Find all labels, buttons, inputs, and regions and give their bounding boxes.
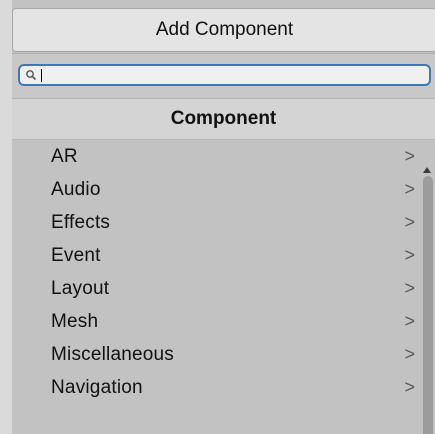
chevron-right-icon: > [404,212,415,232]
list-item-label: Navigation [51,376,143,398]
list-item-effects[interactable]: Effects > [12,206,417,239]
scroll-up-arrow-icon[interactable] [423,167,431,173]
scrollbar[interactable] [419,140,435,434]
text-cursor [41,69,42,82]
list-item-label: Layout [51,277,110,299]
component-list: AR > Audio > Effects > Event > Layout > … [12,140,417,434]
list-item-label: Mesh [51,310,99,332]
search-input[interactable] [18,64,431,86]
search-icon [26,70,37,81]
list-item-label: Effects [51,211,111,233]
list-item-audio[interactable]: Audio > [12,173,417,206]
list-item-label: AR [51,145,78,167]
list-item-mesh[interactable]: Mesh > [12,305,417,338]
list-item-navigation[interactable]: Navigation > [12,371,417,404]
add-component-panel: Add Component Component AR > Audio > Eff… [0,0,435,434]
chevron-right-icon: > [404,278,415,298]
list-item-miscellaneous[interactable]: Miscellaneous > [12,338,417,371]
list-item-label: Event [51,244,101,266]
section-header: Component [12,98,435,140]
inspector-edge [0,0,12,434]
chevron-right-icon: > [404,311,415,331]
list-item-event[interactable]: Event > [12,239,417,272]
scroll-thumb[interactable] [423,176,433,434]
chevron-right-icon: > [404,377,415,397]
chevron-right-icon: > [404,179,415,199]
chevron-right-icon: > [404,245,415,265]
add-component-button[interactable]: Add Component [12,8,435,52]
list-item-label: Audio [51,178,101,200]
search-bar [12,53,435,98]
chevron-right-icon: > [404,344,415,364]
chevron-right-icon: > [404,146,415,166]
list-item-label: Miscellaneous [51,343,174,365]
list-item-layout[interactable]: Layout > [12,272,417,305]
list-item-ar[interactable]: AR > [12,140,417,173]
